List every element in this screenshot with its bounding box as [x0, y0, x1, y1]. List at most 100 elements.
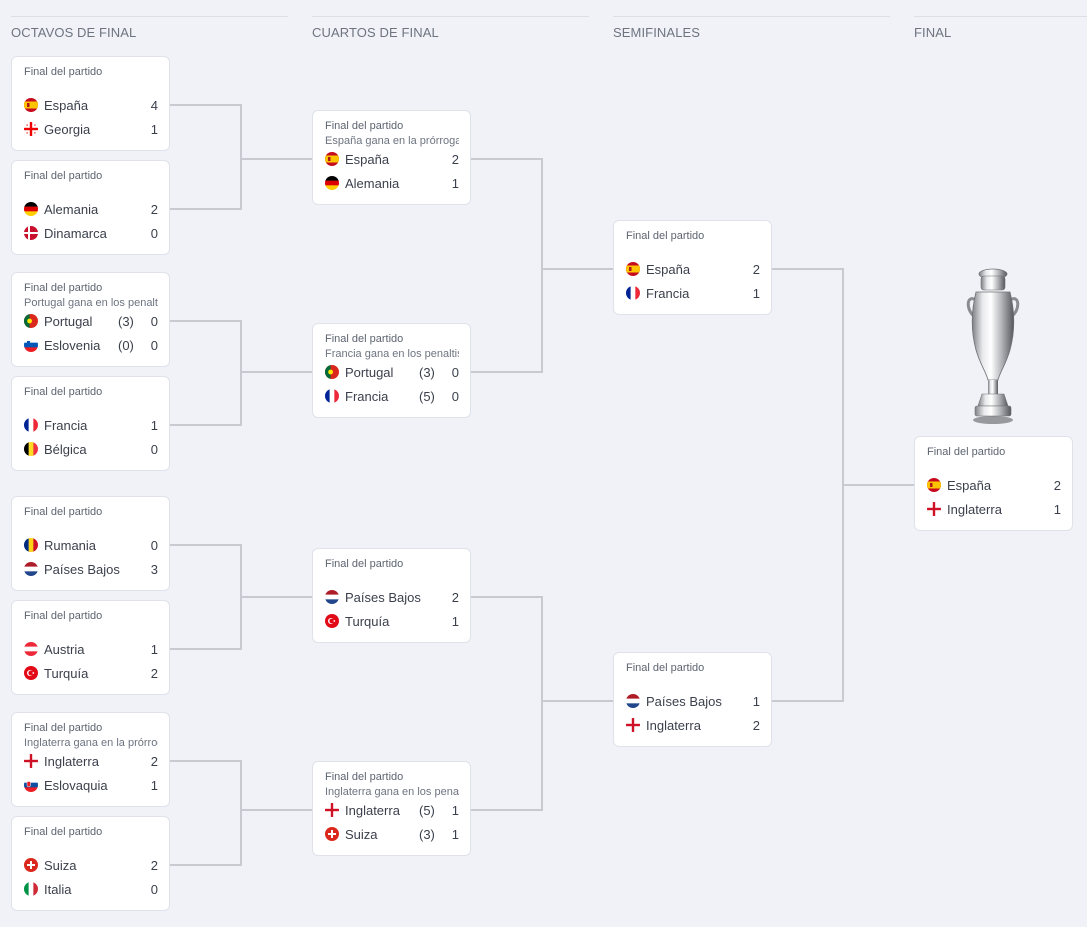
england-flag-icon: [626, 718, 640, 732]
netherlands-flag-icon: [325, 590, 339, 604]
round-header-sf: SEMIFINALES: [613, 16, 890, 46]
team-score: 0: [150, 225, 158, 241]
match-card-r16-3[interactable]: Final del partido Portugal gana en los pe…: [11, 272, 170, 367]
penalty-score: (5): [419, 388, 435, 404]
match-card-r16-2[interactable]: Final del partido Alemania 2 Dinamarca 0: [11, 160, 170, 255]
match-card-final-1[interactable]: Final del partido España 2 Inglaterra 1: [914, 436, 1073, 531]
team-row-away: Inglaterra 2: [626, 715, 760, 735]
team-score: 0: [451, 388, 459, 404]
austria-flag-icon: [24, 642, 38, 656]
match-status: Final del partido: [626, 230, 705, 242]
round-header-final: FINAL: [914, 16, 1087, 46]
connector-line: [240, 371, 312, 373]
match-card-r16-1[interactable]: Final del partido España 4 Georgia 1: [11, 56, 170, 151]
slovenia-flag-icon: [24, 338, 38, 352]
match-status: Final del partido: [24, 722, 103, 734]
team-name: Rumania: [44, 537, 97, 553]
penalty-score: (3): [419, 364, 435, 380]
match-status: Final del partido: [24, 170, 103, 182]
match-card-sf-2[interactable]: Final del partido Países Bajos 1 Inglate…: [613, 652, 772, 747]
team-row-away: Eslovenia (0) 0: [24, 335, 158, 355]
match-status: Final del partido: [24, 610, 103, 622]
team-name: Italia: [44, 881, 72, 897]
match-card-r16-8[interactable]: Final del partido Suiza 2 Italia 0: [11, 816, 170, 911]
team-name: Inglaterra: [44, 753, 99, 769]
connector-line: [471, 809, 541, 811]
team-name: Alemania: [345, 175, 400, 191]
penalty-score: (5): [419, 802, 435, 818]
match-status: Final del partido: [24, 386, 103, 398]
team-score: 1: [451, 826, 459, 842]
team-score: 2: [752, 717, 760, 733]
connector-line: [240, 320, 242, 426]
team-name: Francia: [345, 388, 389, 404]
match-card-qf-4[interactable]: Final del partido Inglaterra gana en los …: [312, 761, 471, 856]
team-row-away: Suiza (3) 1: [325, 824, 459, 844]
team-row-away: Francia 1: [626, 283, 760, 303]
team-score: 1: [150, 121, 158, 137]
match-card-qf-3[interactable]: Final del partido Países Bajos 2 Turquía…: [312, 548, 471, 643]
match-card-r16-5[interactable]: Final del partido Rumania 0 Países Bajos…: [11, 496, 170, 591]
spain-flag-icon: [927, 478, 941, 492]
team-row-home: Inglaterra 2: [24, 751, 158, 771]
match-card-r16-6[interactable]: Final del partido Austria 1 Turquía 2: [11, 600, 170, 695]
match-card-qf-1[interactable]: Final del partido España gana en la prórr…: [312, 110, 471, 205]
turkey-flag-icon: [325, 614, 339, 628]
match-note: Portugal gana en los penaltis: [24, 297, 158, 309]
match-status: Final del partido: [24, 826, 103, 838]
denmark-flag-icon: [24, 226, 38, 240]
team-row-away: Francia (5) 0: [325, 386, 459, 406]
round-header-qf: CUARTOS DE FINAL: [312, 16, 589, 46]
connector-line: [842, 484, 914, 486]
team-row-home: España 2: [927, 475, 1061, 495]
team-score: 3: [150, 561, 158, 577]
italy-flag-icon: [24, 882, 38, 896]
team-row-away: Alemania 1: [325, 173, 459, 193]
team-name: Dinamarca: [44, 225, 107, 241]
team-name: Inglaterra: [646, 717, 701, 733]
match-status: Final del partido: [927, 446, 1006, 458]
team-score: 2: [150, 753, 158, 769]
connector-line: [772, 268, 842, 270]
team-name: Francia: [646, 285, 690, 301]
team-name: Alemania: [44, 201, 99, 217]
connector-line: [471, 371, 541, 373]
match-card-sf-1[interactable]: Final del partido España 2 Francia 1: [613, 220, 772, 315]
team-row-away: Eslovaquia 1: [24, 775, 158, 795]
team-name: Turquía: [345, 613, 390, 629]
team-name: España: [44, 97, 89, 113]
team-score: 2: [451, 151, 459, 167]
team-score: 0: [150, 337, 158, 353]
team-name: Georgia: [44, 121, 91, 137]
team-row-home: España 4: [24, 95, 158, 115]
netherlands-flag-icon: [24, 562, 38, 576]
team-row-home: Países Bajos 2: [325, 587, 459, 607]
england-flag-icon: [325, 803, 339, 817]
connector-line: [541, 158, 543, 373]
match-status: Final del partido: [325, 333, 404, 345]
penalty-score: (0): [118, 337, 134, 353]
team-row-away: Dinamarca 0: [24, 223, 158, 243]
team-score: 2: [150, 665, 158, 681]
team-row-home: España 2: [626, 259, 760, 279]
connector-line: [170, 648, 240, 650]
penalty-score: (3): [118, 313, 134, 329]
team-score: 1: [451, 802, 459, 818]
team-name: Inglaterra: [345, 802, 400, 818]
connector-line: [240, 158, 312, 160]
connector-line: [471, 596, 541, 598]
match-card-r16-4[interactable]: Final del partido Francia 1 Bélgica 0: [11, 376, 170, 471]
match-card-r16-7[interactable]: Final del partido Inglaterra gana en la p…: [11, 712, 170, 807]
match-note: Inglaterra gana en los penaltis: [325, 786, 459, 798]
team-score: 1: [150, 777, 158, 793]
team-score: 1: [150, 417, 158, 433]
match-note: España gana en la prórroga: [325, 135, 459, 147]
connector-line: [240, 596, 312, 598]
england-flag-icon: [927, 502, 941, 516]
team-name: Francia: [44, 417, 88, 433]
team-name: España: [646, 261, 691, 277]
connector-line: [240, 760, 242, 866]
connector-line: [541, 700, 613, 702]
match-card-qf-2[interactable]: Final del partido Francia gana en los pen…: [312, 323, 471, 418]
team-row-away: Inglaterra 1: [927, 499, 1061, 519]
